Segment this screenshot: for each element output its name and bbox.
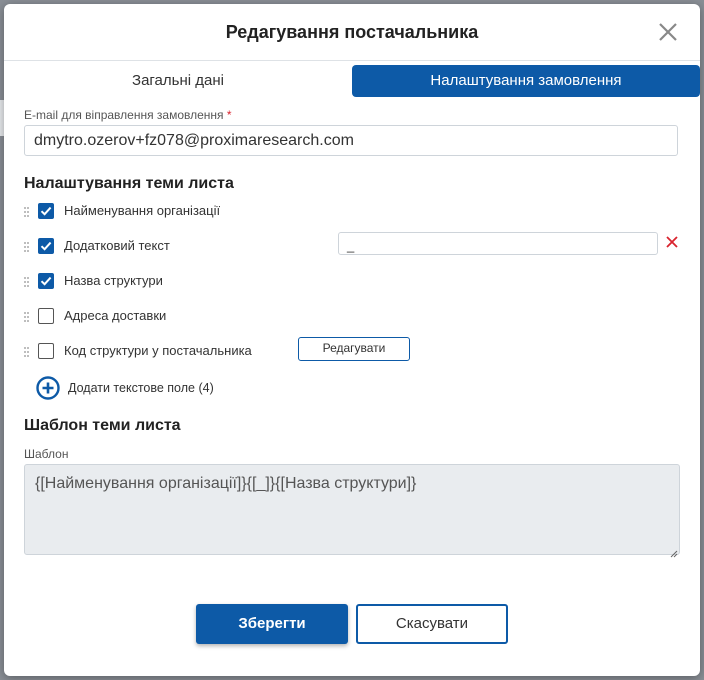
plus-circle-icon[interactable] (36, 376, 60, 400)
close-icon[interactable] (656, 20, 680, 44)
item-label: Адреса доставки (64, 308, 167, 323)
required-mark: * (226, 108, 232, 122)
subject-template-title: Шаблон теми листа (24, 417, 181, 434)
remove-x-icon[interactable] (664, 234, 680, 250)
drag-handle-icon[interactable] (24, 347, 30, 359)
tab-bar: Загальні дані Налаштування замовлення (4, 65, 700, 97)
tab-order-settings[interactable]: Налаштування замовлення (352, 65, 700, 97)
template-field-label: Шаблон (24, 447, 69, 461)
save-button[interactable]: Зберегти (196, 604, 348, 644)
tab-general-data[interactable]: Загальні дані (4, 65, 352, 97)
email-label-text: E-mail для віправлення замовлення (24, 108, 224, 122)
cancel-button[interactable]: Скасувати (356, 604, 508, 644)
extra-text-input[interactable]: _ (338, 232, 658, 255)
resize-handle-icon[interactable] (670, 545, 678, 558)
item-label: Код структури у постачальника (64, 343, 252, 358)
edit-supplier-modal: Редагування постачальника Загальні дані … (4, 4, 700, 676)
subject-item-extra-text: Додатковий текст _ (24, 232, 684, 261)
drag-handle-icon[interactable] (24, 277, 30, 289)
item-label: Найменування організації (64, 203, 221, 218)
template-value: {[Найменування організації]}{[_]}{[Назва… (35, 475, 417, 492)
item-label: Назва структури (64, 273, 163, 288)
modal-title: Редагування постачальника (225, 22, 479, 42)
subject-item-delivery-address: Адреса доставки (24, 307, 684, 331)
subject-item-organization: Найменування організації (24, 202, 684, 226)
drag-handle-icon[interactable] (24, 242, 30, 254)
subject-settings-title: Налаштування теми листа (24, 175, 234, 192)
item-label: Додатковий текст (64, 238, 170, 253)
drag-handle-icon[interactable] (24, 207, 30, 219)
email-label: E-mail для віправлення замовлення * (24, 108, 232, 122)
edit-button[interactable]: Редагувати (298, 337, 410, 361)
drag-handle-icon[interactable] (24, 312, 30, 324)
checkbox-organization[interactable] (38, 203, 54, 219)
modal-header: Редагування постачальника (4, 4, 700, 61)
email-input[interactable]: dmytro.ozerov+fz078@proximaresearch.com (24, 125, 678, 156)
checkbox-extra-text[interactable] (38, 238, 54, 254)
subject-item-structure-code: Код структури у постачальника Редагувати (24, 337, 684, 366)
subject-item-structure-name: Назва структури (24, 272, 684, 296)
template-textarea[interactable]: {[Найменування організації]}{[_]}{[Назва… (24, 464, 680, 558)
add-text-field-label: Додати текстове поле (4) (68, 381, 214, 395)
checkbox-structure-code[interactable] (38, 343, 54, 359)
checkbox-delivery-address[interactable] (38, 308, 54, 324)
checkbox-structure-name[interactable] (38, 273, 54, 289)
